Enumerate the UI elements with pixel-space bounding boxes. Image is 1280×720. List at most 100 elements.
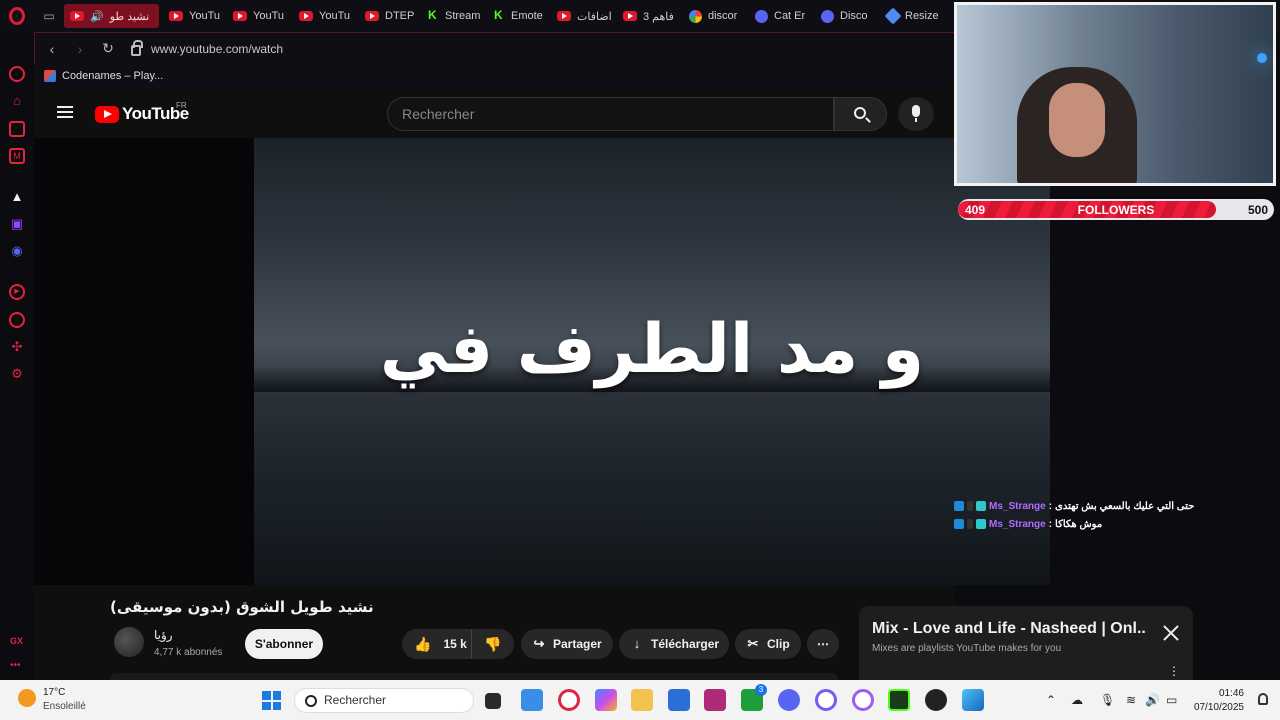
tab-label: Resize [905, 10, 939, 22]
volume-icon[interactable]: 🔊 [1145, 693, 1160, 707]
url-field[interactable]: www.youtube.com/watch [151, 42, 283, 56]
back-icon[interactable]: ‹ [41, 41, 63, 57]
clip-label: Clip [767, 637, 790, 651]
share-button[interactable]: ↪ Partager [521, 629, 613, 659]
tab-discord[interactable]: Disco [815, 4, 877, 28]
tab-dtep[interactable]: DTEP [359, 4, 417, 28]
chat-line: Ms_Strange : حتى التي عليك بالسعي بش تهت… [954, 497, 1254, 515]
tab-youtube-2[interactable]: YouTu [227, 4, 289, 28]
tab-emote[interactable]: Emote [487, 4, 547, 28]
channel-avatar[interactable] [114, 627, 144, 657]
file-explorer-icon[interactable] [631, 689, 653, 711]
xbox-app-icon[interactable]: 3 [741, 684, 767, 711]
tab-cat[interactable]: Cat Er [749, 4, 811, 28]
tab-google-discord[interactable]: discor [683, 4, 745, 28]
close-icon[interactable] [1163, 624, 1179, 640]
description-box[interactable] [110, 673, 838, 680]
download-button[interactable]: ↓ Télécharger [619, 629, 729, 659]
like-button[interactable]: 👍 15 k [402, 629, 472, 659]
youtube-favicon-icon [233, 11, 247, 21]
cloud-icon[interactable]: ☁ [1071, 693, 1083, 707]
recording-app-icon[interactable] [925, 689, 947, 711]
youtube-favicon-icon [557, 11, 571, 21]
battery-icon[interactable]: ▭ [1166, 693, 1177, 707]
instagram-app-icon[interactable] [704, 689, 726, 711]
region-code: FR [176, 101, 187, 110]
opera-gx-logo[interactable] [0, 0, 34, 32]
opera-gx-app-icon[interactable] [558, 689, 580, 711]
twitch-icon[interactable]: ▣ [9, 216, 25, 232]
photos-app-icon[interactable] [962, 689, 984, 711]
discord-icon[interactable]: ◉ [9, 243, 25, 259]
search-input[interactable]: Rechercher [387, 97, 834, 131]
copilot-app-icon[interactable] [595, 689, 617, 711]
channel-name[interactable]: رؤيا [154, 628, 173, 642]
discord-app-icon[interactable] [778, 689, 800, 711]
bookmarks-bar: Codenames – Play... [34, 64, 954, 88]
weather-condition[interactable]: Ensoleillé [43, 701, 86, 712]
opera-air-app-icon[interactable] [852, 689, 874, 711]
microphone-icon[interactable]: 🎙 [1100, 693, 1115, 707]
task-view-icon[interactable] [485, 693, 501, 709]
clip-button[interactable]: ✂ Clip [735, 629, 801, 659]
forward-icon[interactable]: › [69, 41, 91, 57]
gx-cleaner-icon[interactable] [9, 121, 25, 137]
more-actions-button[interactable]: ⋯ [807, 629, 839, 659]
sidebar-more-icon[interactable]: ••• [10, 660, 21, 671]
search-button[interactable] [834, 97, 887, 131]
reload-icon[interactable]: ↻ [97, 40, 119, 57]
tab-label: Stream [445, 10, 481, 22]
mix-title[interactable]: Mix - Love and Life - Nasheed | Onl... [872, 620, 1147, 638]
taskbar-search[interactable]: Rechercher [294, 688, 474, 713]
stream-chat: Ms_Strange : حتى التي عليك بالسعي بش تهت… [954, 497, 1254, 533]
player-icon[interactable]: ▶ [9, 284, 25, 300]
obs-kick-app-icon[interactable] [888, 689, 910, 711]
microphone-icon [912, 105, 920, 122]
badge-icon [967, 501, 973, 511]
history-icon[interactable] [9, 312, 25, 328]
gx-control-icon[interactable] [9, 66, 25, 82]
tab-youtube-1[interactable]: YouTu [163, 4, 223, 28]
clock-date: 07/10/2025 [1193, 702, 1244, 713]
mix-playlist-panel: Mix - Love and Life - Nasheed | Onl... M… [859, 606, 1193, 680]
system-clock[interactable]: 01:46 07/10/2025 [1192, 687, 1244, 715]
youtube-logo[interactable]: YouTube [95, 104, 189, 124]
more-vert-icon[interactable]: ⋮ [1168, 664, 1180, 678]
lyric-caption: و مد الطرف في [379, 310, 925, 389]
voice-search-button[interactable] [898, 97, 934, 131]
widgets-app-icon[interactable] [521, 689, 543, 711]
youtube-favicon-icon [299, 11, 313, 21]
opera-app-icon[interactable] [815, 689, 837, 711]
extensions-icon[interactable]: ✣ [9, 339, 25, 355]
tab-active-nasheed[interactable]: 🔊 نشيد طو [64, 4, 159, 28]
weather-sun-icon[interactable] [18, 689, 36, 707]
music-player-icon[interactable]: M [9, 148, 25, 164]
chevron-up-icon[interactable]: ⌃ [1046, 693, 1056, 707]
like-count: 15 k [443, 637, 467, 651]
tab-idafat[interactable]: اضافات [551, 4, 613, 28]
mix-subtitle: Mixes are playlists YouTube makes for yo… [872, 643, 1062, 654]
video-info: نشيد طويل الشوق (بدون موسيقى) رؤيا 4,77 … [34, 585, 954, 680]
menu-icon[interactable] [57, 106, 73, 118]
settings-gear-icon[interactable]: ⚙ [9, 366, 25, 382]
aria-icon[interactable]: ▲ [9, 189, 25, 205]
workspace-icon[interactable]: ▭ [34, 0, 64, 32]
gx-corner-icon[interactable]: ⌂ [9, 93, 25, 109]
tab-resize[interactable]: Resize [881, 4, 947, 28]
video-player[interactable]: و مد الطرف في [34, 138, 1050, 585]
wifi-icon[interactable]: ≋ [1126, 693, 1136, 707]
video-frame: و مد الطرف في [254, 138, 1050, 585]
microsoft-store-icon[interactable] [668, 689, 690, 711]
start-button[interactable] [262, 691, 281, 710]
tab-faham[interactable]: فاهم 3 [617, 4, 679, 28]
tab-youtube-3[interactable]: YouTu [293, 4, 355, 28]
subscribe-button[interactable]: S'abonner [245, 629, 323, 659]
tab-stream[interactable]: Stream [421, 4, 483, 28]
weather-temp[interactable]: 17°C [43, 687, 65, 698]
dislike-button[interactable]: 👎 [472, 629, 514, 659]
chat-username: Ms_Strange [989, 518, 1046, 530]
lock-icon [131, 40, 143, 56]
bookmark-codenames[interactable]: Codenames – Play... [62, 70, 163, 82]
badge-icon [954, 501, 964, 511]
notification-bell-icon[interactable] [1258, 693, 1268, 705]
